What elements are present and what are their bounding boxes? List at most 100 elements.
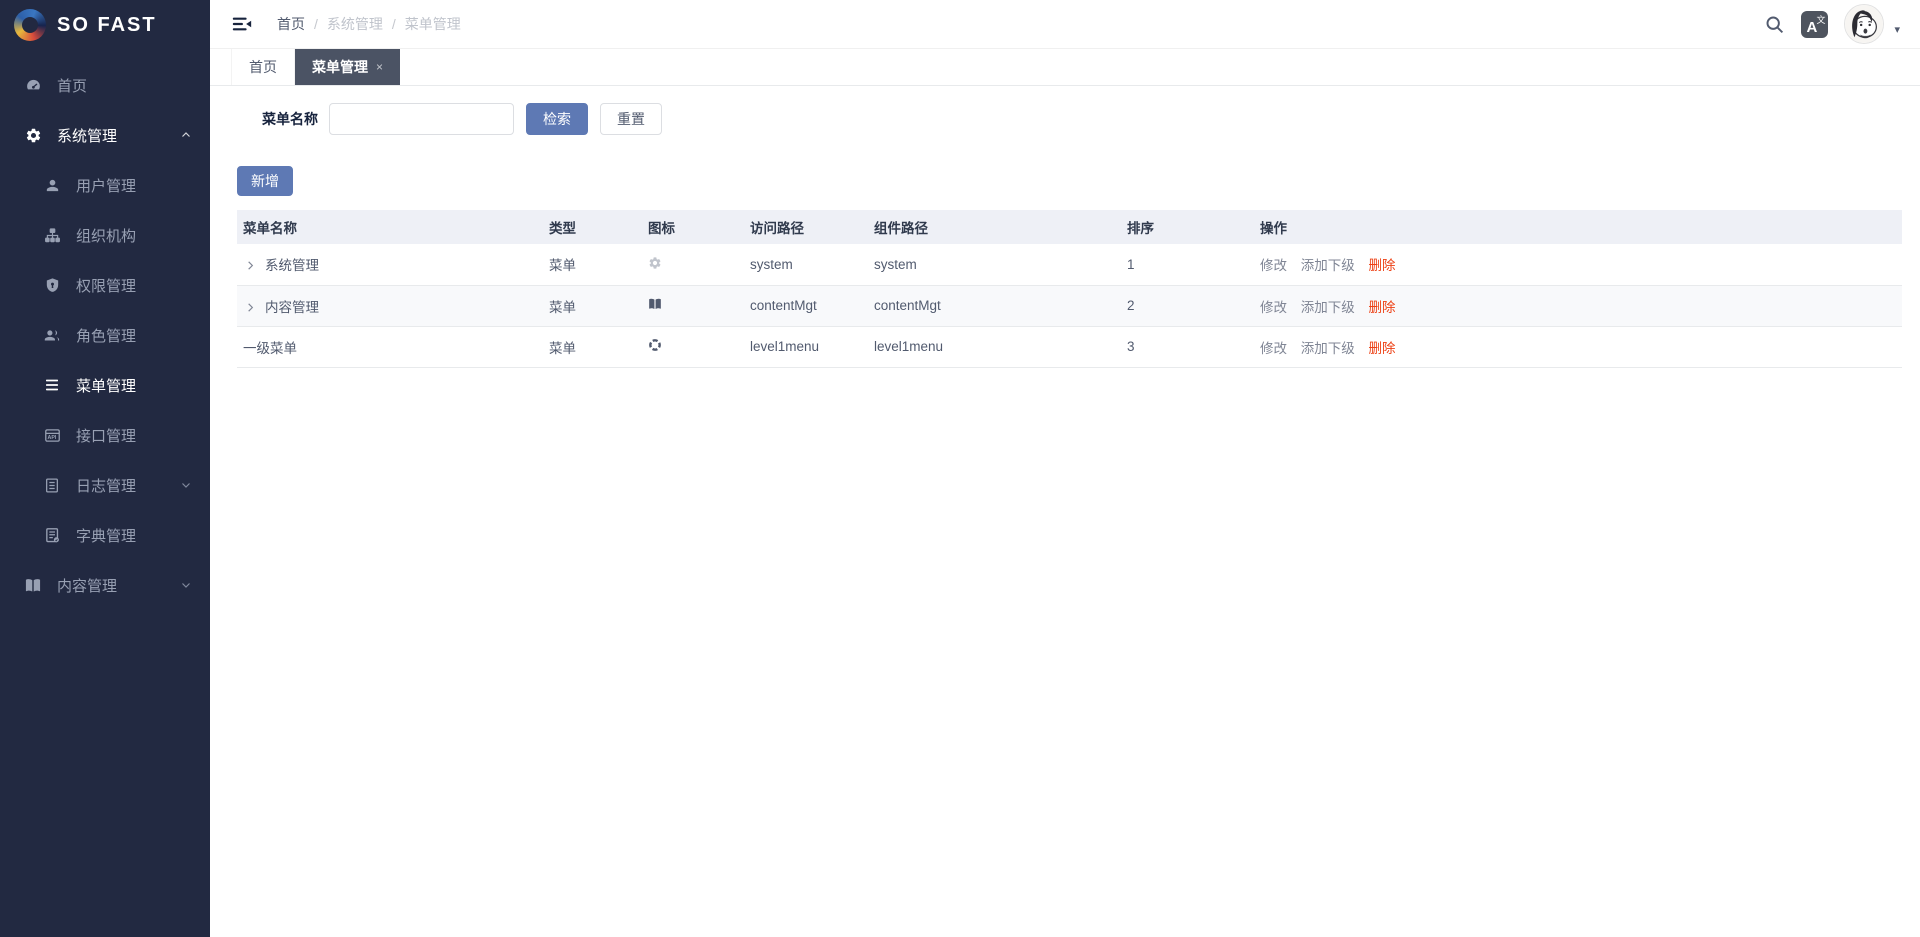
edit-link[interactable]: 修改: [1260, 300, 1287, 315]
menu-name-input[interactable]: [329, 103, 514, 135]
sidebar-item-system[interactable]: 系统管理: [0, 110, 210, 160]
user-icon: [43, 176, 61, 194]
reset-button[interactable]: 重置: [600, 103, 662, 135]
breadcrumb-home[interactable]: 首页: [277, 14, 305, 34]
sidebar-item-logs[interactable]: 日志管理: [0, 460, 210, 510]
cell-component: level1menu: [868, 326, 1121, 367]
content-panel: 菜单名称 检索 重置 新增 菜单名称 类型 图标 访问路径 组件路径 排序: [210, 86, 1920, 937]
sidebar-item-label: 接口管理: [76, 425, 136, 446]
logo: SO FAST: [0, 0, 210, 50]
col-icon: 图标: [642, 210, 744, 244]
cell-path: level1menu: [744, 326, 868, 367]
sidebar-item-roles[interactable]: 角色管理: [0, 310, 210, 360]
delete-link[interactable]: 删除: [1369, 300, 1396, 315]
close-icon[interactable]: ×: [376, 60, 383, 74]
swirl-logo-icon: [14, 9, 46, 41]
tab-home[interactable]: 首页: [231, 49, 294, 85]
table-row: 内容管理 菜单 contentMgt contentMgt 2 修改 添加下级: [237, 285, 1902, 326]
sidebar-item-users[interactable]: 用户管理: [0, 160, 210, 210]
edit-link[interactable]: 修改: [1260, 341, 1287, 356]
api-icon: API: [43, 426, 61, 444]
cell-type: 菜单: [543, 285, 642, 326]
sidebar-item-org[interactable]: 组织机构: [0, 210, 210, 260]
edit-link[interactable]: 修改: [1260, 258, 1287, 273]
gear-icon: [24, 126, 42, 144]
table-header-row: 菜单名称 类型 图标 访问路径 组件路径 排序 操作: [237, 210, 1902, 244]
sidebar-item-menus[interactable]: 菜单管理: [0, 360, 210, 410]
col-type: 类型: [543, 210, 642, 244]
translate-icon[interactable]: A 文: [1801, 11, 1828, 38]
col-path: 访问路径: [744, 210, 868, 244]
cell-sort: 1: [1121, 244, 1254, 285]
topbar: 首页 / 系统管理 / 菜单管理 A 文 ▾: [210, 0, 1920, 48]
tab-label: 首页: [249, 57, 277, 77]
breadcrumb-separator: /: [314, 16, 318, 32]
col-component: 组件路径: [868, 210, 1121, 244]
gear-icon: [648, 256, 662, 270]
brand-title: SO FAST: [57, 14, 157, 37]
menu-fold-icon[interactable]: [229, 11, 255, 37]
sidebar-nav: 首页 系统管理 用户管理 组织机构: [0, 60, 210, 610]
breadcrumb-menus[interactable]: 菜单管理: [405, 14, 461, 34]
cell-type: 菜单: [543, 244, 642, 285]
search-button[interactable]: 检索: [526, 103, 588, 135]
add-child-link[interactable]: 添加下级: [1301, 300, 1355, 315]
sidebar-item-permissions[interactable]: 权限管理: [0, 260, 210, 310]
cell-type: 菜单: [543, 326, 642, 367]
sidebar-item-label: 角色管理: [76, 325, 136, 346]
col-menu-name: 菜单名称: [237, 210, 543, 244]
cell-sort: 3: [1121, 326, 1254, 367]
sidebar-item-api[interactable]: API 接口管理: [0, 410, 210, 460]
breadcrumb-separator: /: [392, 16, 396, 32]
cell-component: system: [868, 244, 1121, 285]
translate-char: 文: [1816, 13, 1825, 26]
search-form: 菜单名称 检索 重置: [262, 103, 1902, 135]
log-icon: [43, 476, 61, 494]
sidebar-item-label: 内容管理: [57, 575, 117, 596]
delete-link[interactable]: 删除: [1369, 258, 1396, 273]
caret-down-icon[interactable]: ▾: [1894, 13, 1900, 36]
svg-text:API: API: [47, 435, 56, 441]
cell-component: contentMgt: [868, 285, 1121, 326]
main-area: 首页 / 系统管理 / 菜单管理 A 文 ▾ 首页 菜单管理 ×: [210, 0, 1920, 937]
expand-row-icon[interactable]: [245, 302, 256, 313]
sidebar: SO FAST 首页 系统管理 用户管理: [0, 0, 210, 937]
col-actions: 操作: [1254, 210, 1902, 244]
topbar-right: A 文 ▾: [1764, 4, 1900, 44]
cell-sort: 2: [1121, 285, 1254, 326]
breadcrumb-system[interactable]: 系统管理: [327, 14, 383, 34]
roles-icon: [43, 326, 61, 344]
table-row: 一级菜单 菜单 level1menu level1menu 3 修改 添加下级 …: [237, 326, 1902, 367]
delete-link[interactable]: 删除: [1369, 341, 1396, 356]
sidebar-item-home[interactable]: 首页: [0, 60, 210, 110]
search-icon[interactable]: [1764, 14, 1785, 35]
cell-menu-name: 系统管理: [265, 258, 319, 273]
sidebar-item-label: 字典管理: [76, 525, 136, 546]
dashboard-icon: [24, 76, 42, 94]
tab-strip: 首页 菜单管理 ×: [210, 48, 1920, 86]
breadcrumb: 首页 / 系统管理 / 菜单管理: [277, 14, 461, 34]
sidebar-item-label: 系统管理: [57, 125, 117, 146]
sidebar-item-content[interactable]: 内容管理: [0, 560, 210, 610]
sidebar-item-label: 首页: [57, 75, 87, 96]
aim-icon: [648, 338, 662, 352]
avatar[interactable]: [1844, 4, 1884, 44]
menu-table: 菜单名称 类型 图标 访问路径 组件路径 排序 操作 系统管理 菜单: [237, 210, 1902, 368]
add-button[interactable]: 新增: [237, 166, 293, 196]
sidebar-item-label: 用户管理: [76, 175, 136, 196]
shield-icon: [43, 276, 61, 294]
chevron-up-icon: [180, 129, 192, 141]
expand-row-icon[interactable]: [245, 260, 256, 271]
org-tree-icon: [43, 226, 61, 244]
table-row: 系统管理 菜单 system system 1 修改 添加下级 删除: [237, 244, 1902, 285]
sidebar-item-dictionary[interactable]: 字典管理: [0, 510, 210, 560]
add-child-link[interactable]: 添加下级: [1301, 341, 1355, 356]
tab-menus[interactable]: 菜单管理 ×: [294, 49, 400, 85]
cell-path: contentMgt: [744, 285, 868, 326]
book-icon: [648, 297, 662, 311]
sidebar-item-label: 菜单管理: [76, 375, 136, 396]
sidebar-item-label: 日志管理: [76, 475, 136, 496]
add-child-link[interactable]: 添加下级: [1301, 258, 1355, 273]
table-toolbar: 新增: [237, 166, 1902, 196]
book-icon: [24, 576, 42, 594]
